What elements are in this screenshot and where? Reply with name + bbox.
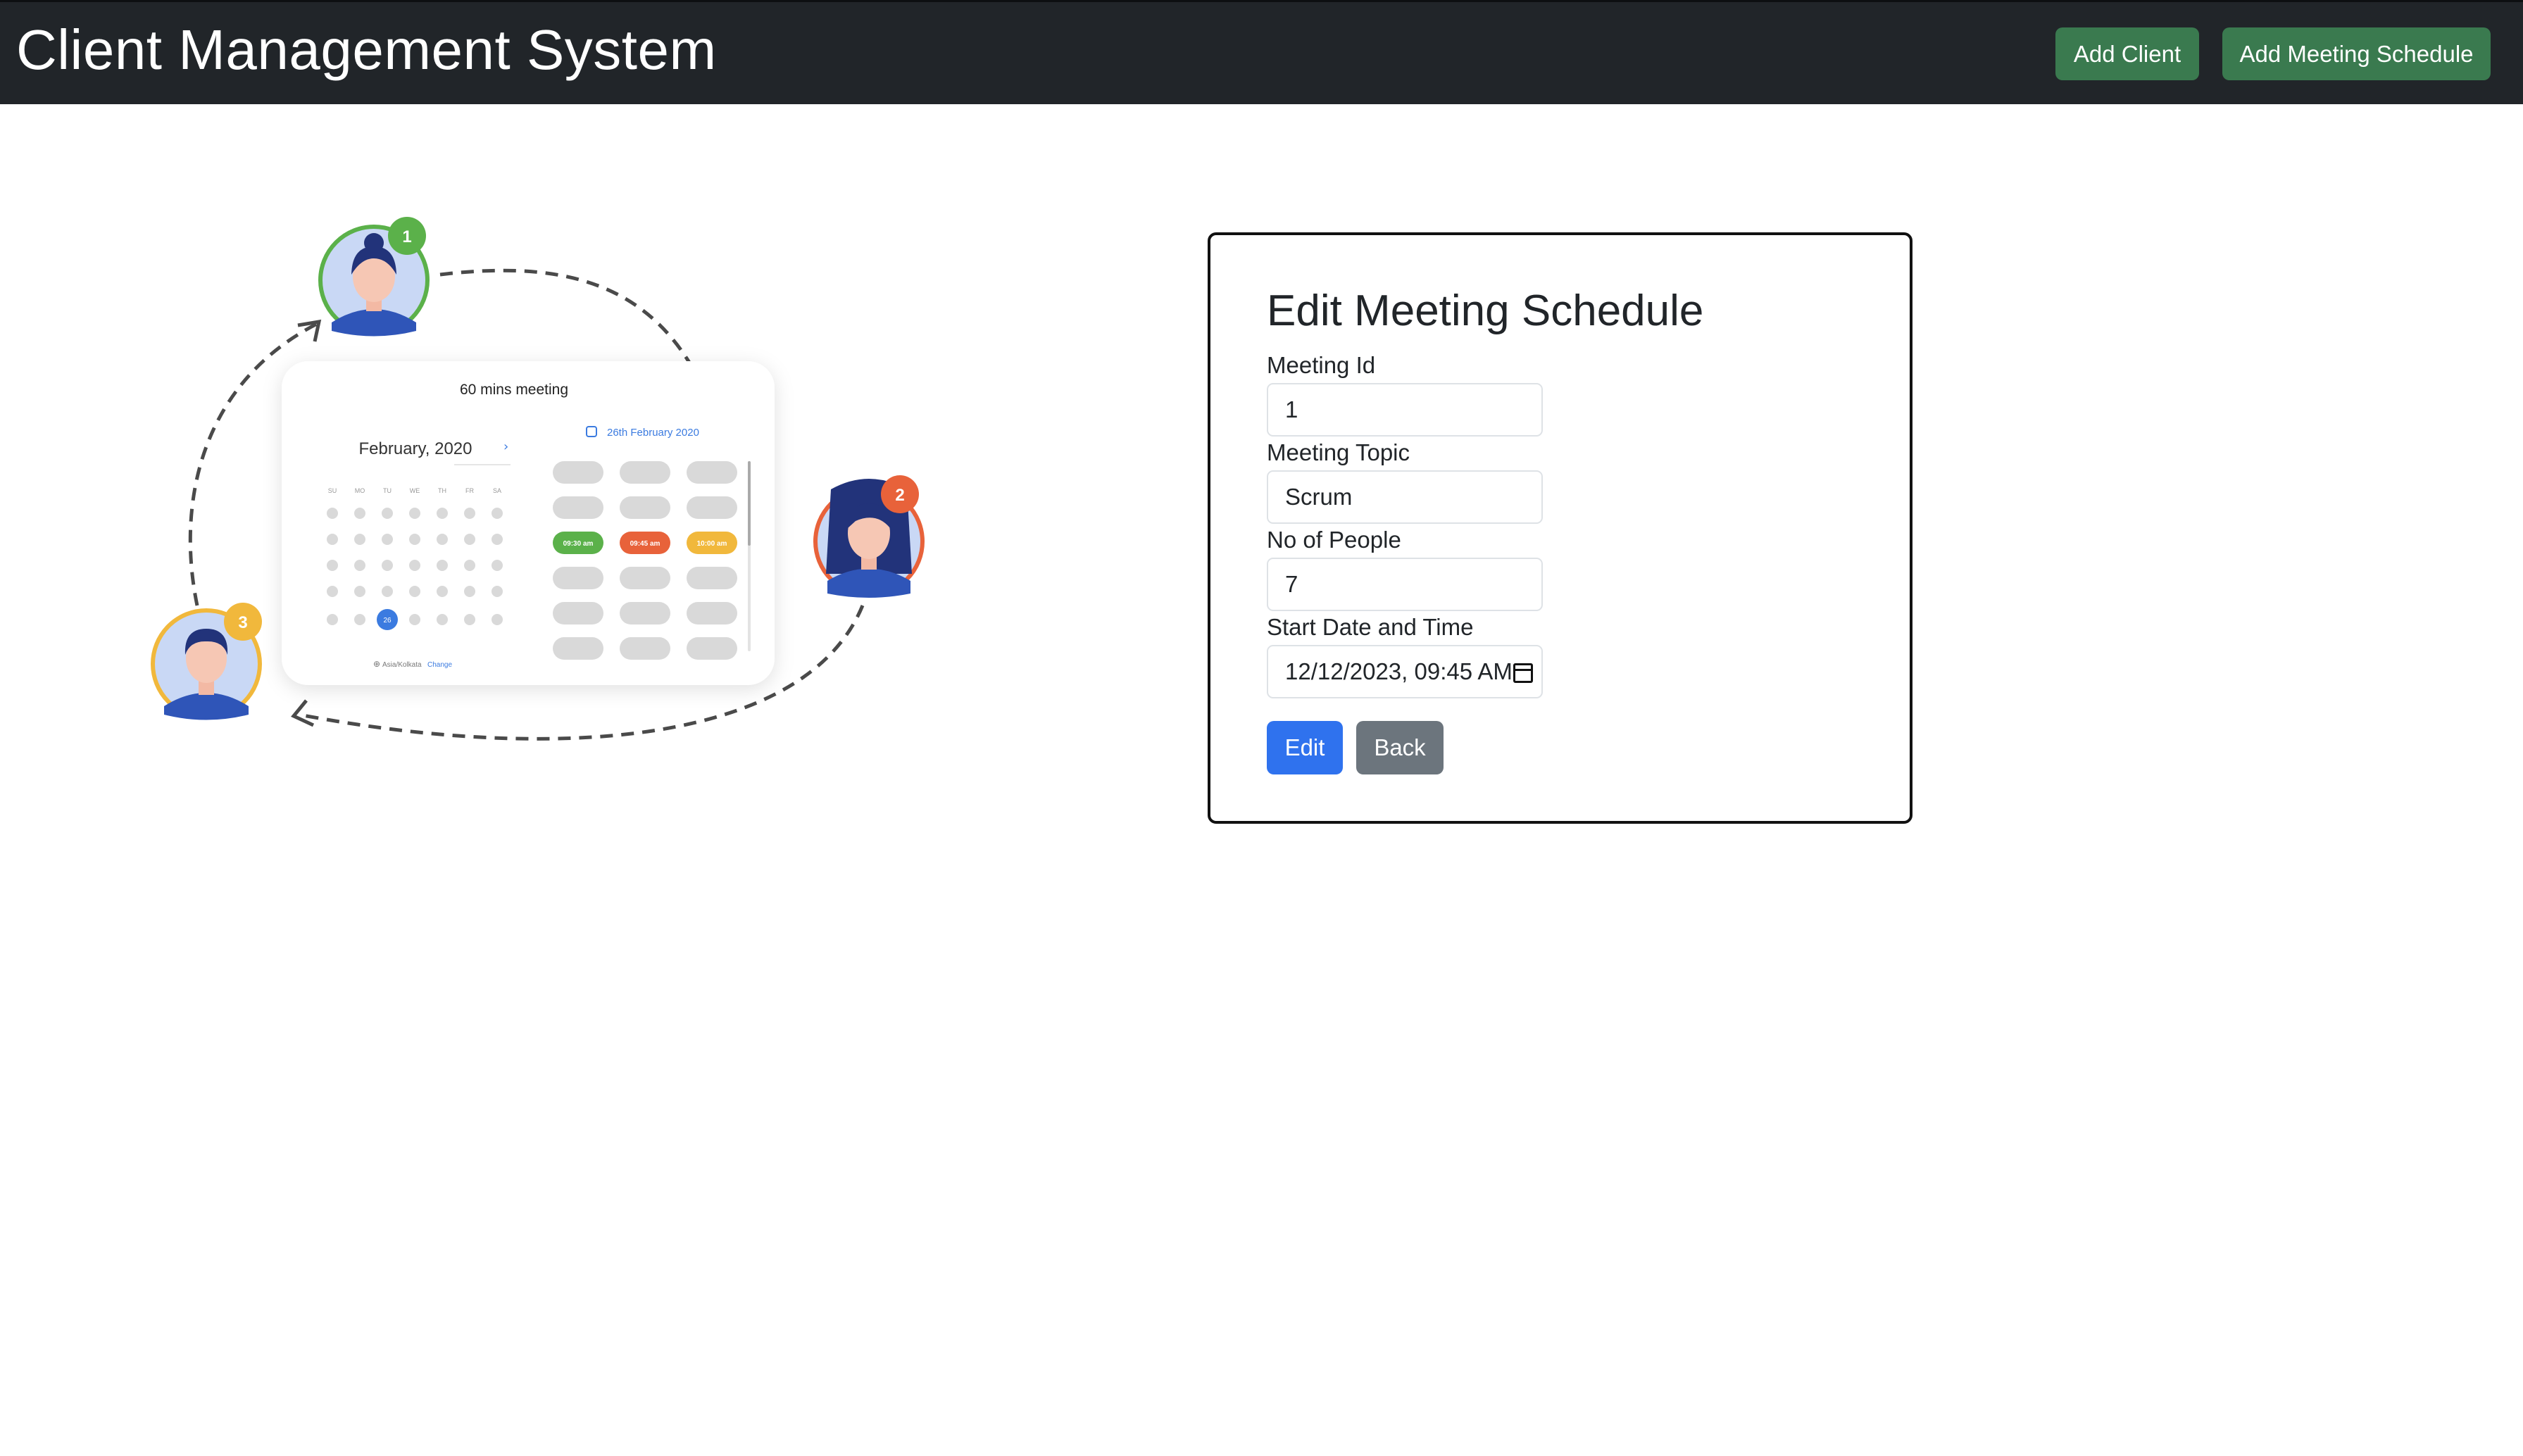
navbar: Client Management System Add Client Add …: [0, 0, 2523, 104]
add-meeting-schedule-button[interactable]: Add Meeting Schedule: [2222, 27, 2491, 80]
calendar-icon[interactable]: [1513, 663, 1533, 683]
meeting-id-label: Meeting Id: [1267, 352, 1376, 378]
edit-meeting-form: Edit Meeting Schedule Meeting Id 1 Meeti…: [1208, 232, 1912, 824]
avatar-badge: 1: [402, 227, 411, 246]
time-slot-label: 09:45 am: [630, 540, 661, 548]
globe-icon: ⊕: [373, 659, 380, 669]
start-datetime-input[interactable]: 12/12/2023, 09:45 AM: [1267, 645, 1543, 698]
meeting-topic-label: Meeting Topic: [1267, 439, 1410, 465]
weekday-label: FR: [465, 487, 474, 494]
chevron-right-icon: ›: [503, 439, 508, 454]
selected-date-label: 26th February 2020: [607, 427, 699, 439]
selected-day-label: 26: [383, 617, 392, 625]
brand-title[interactable]: Client Management System: [16, 18, 717, 82]
avatar-badge: 2: [895, 486, 904, 505]
back-button[interactable]: Back: [1356, 721, 1444, 774]
meeting-title: 60 mins meeting: [460, 382, 568, 398]
calendar-card: 60 mins meeting February, 2020 › SU MO T…: [282, 361, 775, 685]
weekday-label: WE: [410, 487, 420, 494]
scrollbar-thumb: [748, 461, 751, 546]
add-client-button[interactable]: Add Client: [2055, 27, 2199, 80]
timezone-label: Asia/Kolkata: [382, 661, 422, 669]
weekday-label: SA: [493, 487, 501, 494]
timezone-change-link: Change: [427, 661, 452, 669]
meeting-topic-input[interactable]: Scrum: [1267, 470, 1543, 524]
weekday-label: TH: [438, 487, 446, 494]
form-title: Edit Meeting Schedule: [1267, 287, 1704, 335]
start-datetime-value: 12/12/2023, 09:45 AM: [1285, 658, 1513, 684]
meeting-illustration: 60 mins meeting February, 2020 › SU MO T…: [151, 217, 925, 741]
no-of-people-input[interactable]: 7: [1267, 558, 1543, 611]
meeting-id-input[interactable]: 1: [1267, 383, 1543, 437]
edit-button[interactable]: Edit: [1267, 721, 1343, 774]
start-datetime-label: Start Date and Time: [1267, 614, 1474, 640]
avatar-2: 2: [813, 475, 925, 598]
weekday-label: SU: [328, 487, 337, 494]
no-of-people-label: No of People: [1267, 527, 1401, 553]
time-slot-label: 10:00 am: [697, 540, 727, 548]
weekday-label: MO: [355, 487, 365, 494]
weekday-label: TU: [383, 487, 392, 494]
time-slot-label: 09:30 am: [563, 540, 594, 548]
avatar-3: 3: [151, 603, 262, 720]
month-label: February, 2020: [359, 439, 472, 458]
avatar-badge: 3: [238, 613, 247, 632]
avatar-1: 1: [318, 217, 430, 337]
